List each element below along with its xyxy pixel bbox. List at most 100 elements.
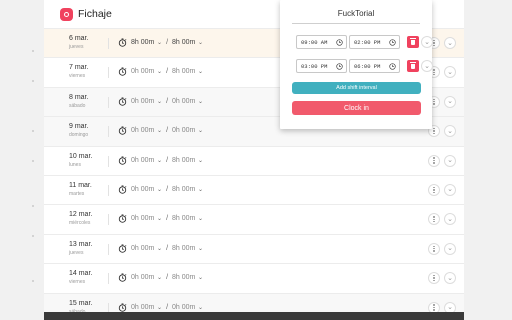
expand-day-button[interactable]: ⌄	[444, 183, 456, 196]
stopwatch-icon	[118, 273, 127, 282]
day-row[interactable]: 15 mar. sábado 0h 00m ⌄/0h 00m ⌄ ⌄	[44, 292, 464, 312]
bottom-bar	[44, 312, 464, 320]
expected-hours-dropdown[interactable]: 8h 00m ⌄	[172, 157, 203, 164]
worked-hours-dropdown[interactable]: 0h 00m ⌄	[131, 215, 162, 222]
day-date: 10 mar. lunes	[69, 153, 92, 169]
worked-hours-dropdown[interactable]: 0h 00m ⌄	[131, 245, 162, 252]
clock-in-button[interactable]: Clock in	[292, 101, 421, 115]
expected-hours-dropdown[interactable]: 8h 00m ⌄	[172, 215, 203, 222]
shift-2-end-input[interactable]: 06:00 PM	[349, 59, 400, 73]
day-date-label: 11 mar.	[69, 181, 92, 189]
chevron-down-icon: ⌄	[424, 39, 430, 46]
day-row[interactable]: 10 mar. lunes 0h 00m ⌄/8h 00m ⌄ ⌄	[44, 145, 464, 175]
more-options-button[interactable]	[428, 301, 440, 312]
kebab-icon	[433, 128, 435, 135]
add-shift-interval-button[interactable]: Add shift interval	[292, 82, 421, 94]
chevron-down-icon: ⌄	[155, 216, 163, 223]
kebab-icon	[433, 157, 435, 164]
chevron-down-icon: ⌄	[196, 275, 204, 282]
expected-hours-dropdown[interactable]: 8h 00m ⌄	[172, 274, 203, 281]
worked-hours-dropdown[interactable]: 0h 00m ⌄	[131, 304, 162, 311]
expand-day-button[interactable]: ⌄	[444, 66, 456, 79]
more-options-button[interactable]	[428, 154, 440, 167]
stopwatch-icon	[118, 97, 127, 106]
expand-button[interactable]: ⌄	[421, 36, 433, 48]
delete-shift-1-button[interactable]	[407, 36, 419, 48]
day-hours: 0h 00m ⌄/8h 00m ⌄	[118, 214, 203, 224]
day-date-label: 12 mar.	[69, 211, 93, 219]
more-options-button[interactable]	[428, 242, 440, 255]
day-date: 12 mar. miércoles	[69, 211, 92, 227]
worked-hours-dropdown[interactable]: 0h 00m ⌄	[131, 98, 162, 105]
chevron-down-icon: ⌄	[155, 40, 163, 46]
day-row[interactable]: 11 mar. martes 0h 00m ⌄ /8h 00m ⌄ ⌄	[44, 174, 464, 205]
chevron-down-icon: ⌄	[196, 98, 204, 105]
chevron-down-icon: ⌄	[447, 186, 453, 194]
expected-hours-value: 8h 00m	[172, 185, 196, 193]
worked-hours-dropdown[interactable]: 0h 00m ⌄	[131, 274, 162, 281]
chevron-down-icon: ⌄	[447, 215, 453, 223]
day-hours: 0h 00m ⌄/8h 00m ⌄	[118, 244, 203, 253]
chevron-down-icon: ⌄	[155, 157, 163, 164]
day-row[interactable]: 12 mar. miércoles 0h 00m ⌄/8h 00m ⌄ ⌄	[44, 204, 464, 234]
slash-separator: /	[166, 185, 169, 193]
kebab-icon	[433, 98, 435, 105]
scroll-marker	[32, 80, 34, 82]
stopwatch-icon	[118, 156, 127, 165]
day-hours: 0h 00m ⌄ /8h 00m ⌄	[118, 185, 203, 194]
expected-hours-dropdown[interactable]: 8h 00m ⌄	[172, 68, 203, 75]
worked-hours-value: 0h 00m	[131, 303, 155, 311]
expand-day-button[interactable]: ⌄	[444, 213, 456, 226]
expected-hours-value: 8h 00m	[172, 39, 196, 46]
divider	[108, 243, 109, 255]
kebab-icon	[433, 275, 435, 282]
scroll-marker	[32, 205, 34, 207]
worked-hours-dropdown[interactable]: 0h 00m ⌄	[131, 186, 162, 193]
more-options-button[interactable]	[428, 183, 440, 196]
shift-2-start-input[interactable]: 03:00 PM	[296, 59, 347, 73]
clock-icon	[389, 63, 396, 70]
day-hours: 0h 00m ⌄/0h 00m ⌄	[118, 302, 203, 312]
expected-hours-dropdown[interactable]: 0h 00m ⌄	[172, 127, 203, 134]
scroll-marker	[32, 280, 34, 282]
day-date: 11 mar. martes	[69, 182, 92, 198]
expected-hours-dropdown[interactable]: 8h 00m ⌄	[172, 39, 203, 46]
day-row[interactable]: 13 mar. jueves 0h 00m ⌄/8h 00m ⌄ ⌄	[44, 233, 464, 264]
more-options-button[interactable]	[428, 213, 440, 226]
shift-1-start-input[interactable]: 09:00 AM	[296, 35, 347, 49]
day-hours: 0h 00m ⌄/8h 00m ⌄	[118, 273, 203, 282]
worked-hours-dropdown[interactable]: 0h 00m ⌄	[131, 157, 162, 164]
day-weekday-label: viernes	[69, 279, 86, 286]
kebab-icon	[433, 245, 435, 252]
worked-hours-value: 0h 00m	[131, 68, 155, 76]
expand-day-button[interactable]: ⌄	[444, 37, 456, 49]
more-options-button[interactable]	[428, 272, 440, 285]
expand-day-button[interactable]: ⌄	[444, 242, 456, 255]
day-row[interactable]: 14 mar. viernes 0h 00m ⌄/8h 00m ⌄ ⌄	[44, 263, 464, 293]
day-weekday-label: viernes	[69, 73, 86, 80]
expected-hours-dropdown[interactable]: 8h 00m ⌄	[172, 245, 203, 252]
expand-day-button[interactable]: ⌄	[444, 125, 456, 138]
expand-day-button[interactable]: ⌄	[444, 154, 456, 167]
day-hours: 0h 00m ⌄/0h 00m ⌄	[118, 126, 203, 135]
scroll-marker	[32, 160, 34, 162]
worked-hours-dropdown[interactable]: 8h 00m ⌄	[131, 39, 162, 46]
chevron-down-icon: ⌄	[155, 186, 163, 193]
divider	[108, 273, 109, 285]
expand-day-button[interactable]: ⌄	[444, 272, 456, 285]
kebab-icon	[433, 69, 435, 76]
delete-shift-2-button[interactable]	[407, 60, 419, 72]
expected-hours-dropdown[interactable]: 8h 00m ⌄	[172, 186, 203, 193]
worked-hours-dropdown[interactable]: 0h 00m ⌄	[131, 127, 162, 134]
expected-hours-dropdown[interactable]: 0h 00m ⌄	[172, 98, 203, 105]
expected-hours-dropdown[interactable]: 0h 00m ⌄	[172, 304, 203, 311]
expand-day-button[interactable]: ⌄	[444, 95, 456, 108]
expand-day-button[interactable]: ⌄	[444, 301, 456, 312]
clock-icon	[336, 63, 343, 70]
shift-1-end-input[interactable]: 02:00 PM	[349, 35, 400, 49]
expand-button[interactable]: ⌄	[421, 60, 433, 72]
stopwatch-icon	[118, 126, 127, 135]
day-weekday-label: jueves	[69, 44, 84, 50]
worked-hours-dropdown[interactable]: 0h 00m ⌄	[131, 68, 162, 75]
stopwatch-icon	[118, 214, 127, 224]
